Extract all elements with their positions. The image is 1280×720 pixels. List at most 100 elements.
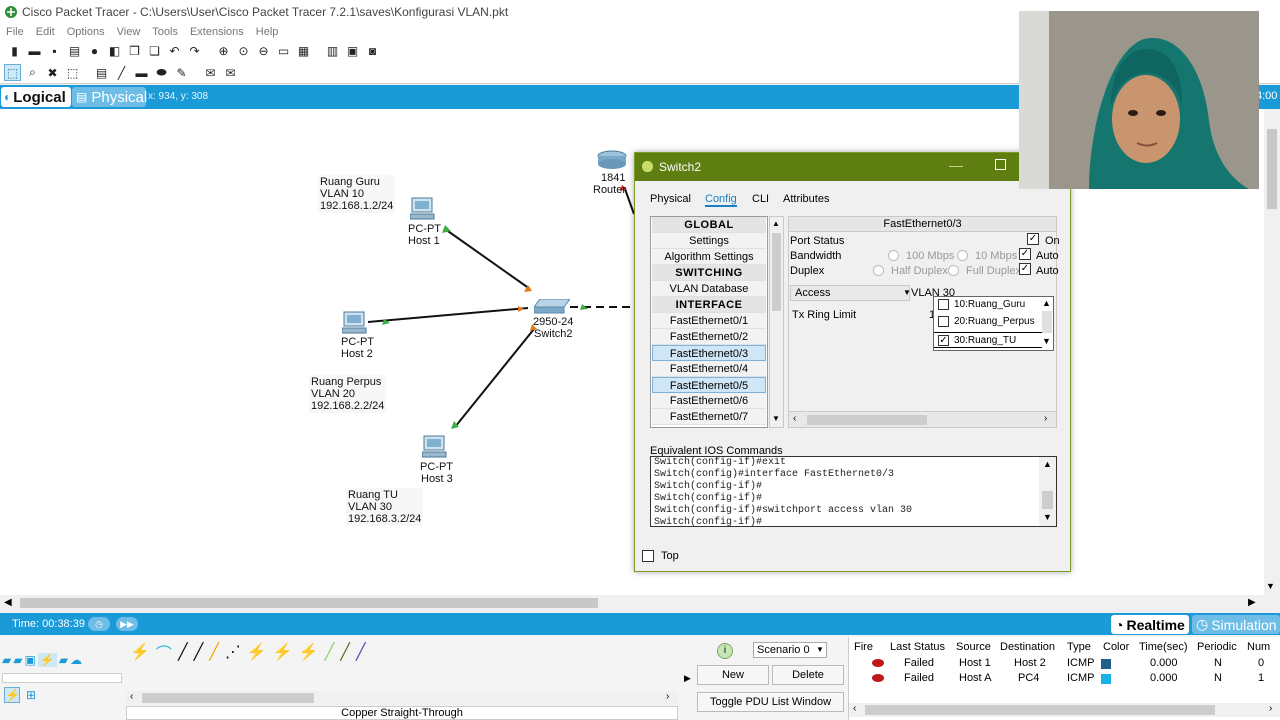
full-duplex-radio[interactable] — [948, 265, 959, 276]
config-nav-item[interactable]: FastEthernet0/7 — [652, 409, 766, 425]
delete-tool-icon[interactable]: ✖ — [44, 64, 61, 81]
router-icon[interactable] — [597, 150, 627, 170]
bandwidth-auto-checkbox[interactable]: ✓ — [1019, 248, 1031, 260]
menu-edit[interactable]: Edit — [36, 26, 55, 38]
tab-physical-dialog[interactable]: Physical — [650, 193, 691, 205]
scroll-up-icon[interactable]: ▲ — [772, 219, 780, 228]
ios-scroll-thumb[interactable] — [1042, 491, 1053, 509]
note-ruang-perpus[interactable]: Ruang Perpus VLAN 20 192.168.2.2/24 — [309, 375, 387, 413]
redo-icon[interactable]: ↷ — [186, 43, 203, 60]
canvas-vertical-scrollbar[interactable]: ▼ — [1264, 109, 1280, 595]
bandwidth-100-radio[interactable] — [888, 250, 899, 261]
config-nav-item[interactable]: VLAN Database — [652, 281, 766, 297]
config-nav-item[interactable]: FastEthernet0/2 — [652, 329, 766, 345]
copy-icon[interactable]: ❐ — [126, 43, 143, 60]
fiber-cable-icon[interactable]: ╱ — [209, 642, 219, 662]
scroll-left-icon[interactable]: ‹ — [853, 703, 856, 714]
scenario-select[interactable]: Scenario 0 ▼ — [753, 642, 827, 658]
connection-type-icon[interactable]: ⚡ — [4, 687, 20, 703]
usb-cable-icon[interactable]: ╱ — [356, 642, 366, 662]
physical-tab[interactable]: ▤ Physical — [72, 87, 147, 107]
config-nav-item[interactable]: FastEthernet0/6 — [652, 393, 766, 409]
inspect-tool-icon[interactable]: ⌕ — [24, 64, 41, 81]
network-devices-icon[interactable]: ▰ — [2, 653, 11, 667]
logical-tab[interactable]: ◐ Logical — [1, 87, 71, 107]
freeform-icon[interactable]: ✎ — [173, 64, 190, 81]
dialog-titlebar[interactable]: Switch2 — — [635, 153, 1070, 181]
paste-icon[interactable]: ❏ — [146, 43, 163, 60]
end-devices-icon[interactable]: ▰ — [13, 653, 22, 667]
scroll-left-icon[interactable]: ◀ — [4, 597, 12, 608]
vlan-option-10[interactable]: 10:Ruang_Guru — [934, 297, 1042, 313]
scroll-down-icon[interactable]: ▼ — [772, 414, 780, 423]
config-nav-item[interactable]: FastEthernet0/4 — [652, 361, 766, 377]
drawing-palette-icon[interactable]: ▭ — [275, 43, 292, 60]
menu-options[interactable]: Options — [67, 26, 105, 38]
vlan-dropdown-list[interactable]: 10:Ruang_Guru 20:Ruang_Perpus ✓ 30:Ruang… — [933, 296, 1054, 351]
tab-attributes[interactable]: Attributes — [783, 193, 829, 205]
port-panel-hscrollbar[interactable]: ‹ › — [789, 411, 1056, 427]
menu-extensions[interactable]: Extensions — [190, 26, 244, 38]
top-checkbox[interactable] — [642, 550, 654, 562]
save-icon[interactable]: ▪ — [46, 43, 63, 60]
cable-scroll-thumb[interactable] — [142, 693, 314, 703]
menu-view[interactable]: View — [117, 26, 141, 38]
half-duplex-radio[interactable] — [873, 265, 884, 276]
web-icon[interactable]: ◙ — [364, 43, 381, 60]
activity-wizard-icon[interactable]: ▣ — [344, 43, 361, 60]
horizontal-scroll-thumb[interactable] — [20, 598, 598, 608]
cable-types-scrollbar[interactable]: ‹ › — [126, 691, 678, 705]
draw-line-icon[interactable]: ╱ — [113, 64, 130, 81]
auto-connect-cable-icon[interactable]: ⚡ — [130, 642, 150, 662]
vlan-option-20[interactable]: 20:Ruang_Perpus — [934, 314, 1042, 330]
coaxial-cable-icon[interactable]: ⚡ — [247, 642, 267, 662]
multiuser-icon[interactable]: ☁ — [70, 653, 82, 667]
vlan-option-30[interactable]: ✓ 30:Ruang_TU — [934, 332, 1042, 348]
info-icon[interactable]: ● — [86, 43, 103, 60]
phone-cable-icon[interactable]: ⋰ — [225, 642, 241, 662]
pc-host3-icon[interactable] — [422, 435, 448, 459]
event-list-scrollbar[interactable]: ‹ › — [849, 703, 1280, 717]
octal-cable-icon[interactable]: ╱ — [325, 642, 335, 662]
config-nav-item[interactable]: FastEthernet0/1 — [652, 313, 766, 329]
event-scroll-thumb[interactable] — [865, 705, 1215, 715]
duplex-auto-checkbox[interactable]: ✓ — [1019, 263, 1031, 275]
scroll-right-icon[interactable]: › — [666, 691, 669, 702]
tab-cli[interactable]: CLI — [752, 193, 769, 205]
tab-config[interactable]: Config — [705, 193, 737, 207]
config-nav-scroll-thumb[interactable] — [772, 233, 781, 311]
grid-icon[interactable]: ⊞ — [26, 688, 36, 702]
maximize-icon[interactable] — [995, 159, 1006, 170]
draw-ellipse-icon[interactable]: ⬬ — [153, 64, 170, 81]
print-icon[interactable]: ▤ — [66, 43, 83, 60]
scroll-down-icon[interactable]: ▼ — [1043, 512, 1052, 522]
copper-straight-cable-icon[interactable]: ╱ — [178, 642, 188, 662]
chevron-down-icon[interactable]: ▼ — [1042, 336, 1051, 346]
minimize-icon[interactable]: — — [949, 157, 963, 173]
menu-help[interactable]: Help — [256, 26, 279, 38]
scroll-left-icon[interactable]: ‹ — [793, 413, 796, 424]
mode-select[interactable]: Access ▼ — [790, 285, 911, 301]
vlan-20-checkbox[interactable] — [938, 316, 949, 327]
category-search-field[interactable] — [2, 673, 122, 683]
scroll-left-icon[interactable]: ‹ — [130, 691, 133, 702]
ios-scrollbar[interactable]: ▲ ▼ — [1039, 457, 1056, 526]
fire-icon[interactable] — [872, 674, 884, 682]
vlan-30-checkbox[interactable]: ✓ — [938, 335, 949, 346]
config-nav-scrollbar[interactable]: ▲ ▼ — [769, 216, 784, 428]
simulation-mode-button[interactable]: ◷ Simulation — [1192, 615, 1280, 634]
place-note-icon[interactable]: ▤ — [93, 64, 110, 81]
config-nav-item[interactable]: Settings — [652, 233, 766, 249]
network-wizard-icon[interactable]: ◧ — [106, 43, 123, 60]
scroll-up-icon[interactable]: ▲ — [1043, 459, 1052, 469]
fire-icon[interactable] — [872, 659, 884, 667]
new-file-icon[interactable]: ▮ — [6, 43, 23, 60]
copper-cross-cable-icon[interactable]: ╱ — [194, 642, 204, 662]
switch-icon[interactable] — [534, 299, 570, 315]
serial-dce-cable-icon[interactable]: ⚡ — [273, 642, 293, 662]
scenario-info-icon[interactable]: i — [717, 643, 733, 659]
vlan-10-checkbox[interactable] — [938, 299, 949, 310]
add-simple-pdu-icon[interactable]: ✉ — [202, 64, 219, 81]
menu-file[interactable]: File — [6, 26, 24, 38]
new-scenario-button[interactable]: New — [697, 665, 769, 685]
